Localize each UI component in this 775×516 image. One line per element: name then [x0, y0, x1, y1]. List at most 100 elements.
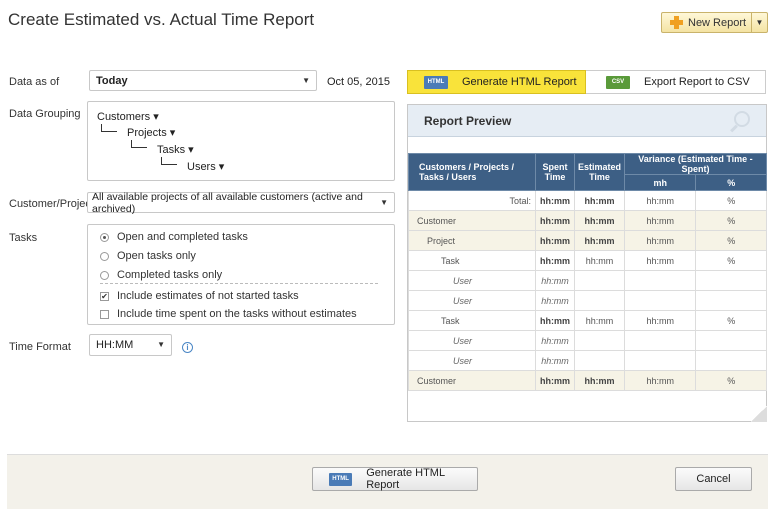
table-cell [623, 270, 697, 291]
time-format-value: HH:MM [96, 339, 134, 351]
table-cell [623, 290, 697, 311]
table-cell [695, 270, 767, 291]
grouping-tree: Customers ▾ Projects ▾ Tasks ▾ Users ▾ [87, 101, 395, 181]
as-of-date: Oct 05, 2015 [327, 76, 390, 88]
page-title: Create Estimated vs. Actual Time Report [8, 10, 315, 29]
table-cell: hh:mm [573, 370, 626, 391]
table-cell: Customer [408, 210, 536, 231]
preview-header: Report Preview [408, 105, 766, 137]
col-header-name: Customers / Projects / Tasks / Users [408, 153, 536, 191]
data-as-of-label: Data as of [9, 76, 60, 88]
col-header-variance: Variance (Estimated Time - Spent) [624, 153, 767, 175]
table-cell [695, 330, 767, 351]
table-cell: hh:mm [623, 190, 697, 211]
table-cell: % [695, 370, 767, 391]
html-file-icon: HTML [424, 75, 448, 89]
table-cell: hh:mm [534, 370, 575, 391]
table-cell: % [695, 230, 767, 251]
table-cell: % [695, 190, 767, 211]
table-cell: hh:mm [623, 210, 697, 231]
tree-connector [161, 157, 177, 165]
chevron-down-icon[interactable]: ▼ [751, 13, 767, 32]
data-as-of-value: Today [96, 74, 128, 87]
time-format-select[interactable]: HH:MM ▼ [89, 334, 172, 356]
table-cell [573, 290, 626, 311]
preview-title: Report Preview [424, 113, 512, 128]
table-row: Task hh:mm hh:mm hh:mm% [408, 310, 767, 331]
table-row: Total: hh:mm hh:mm hh:mm% [408, 190, 767, 211]
col-header-pct: % [695, 174, 767, 191]
table-cell: Task [408, 310, 536, 331]
tasks-options-panel: Open and completed tasks Open tasks only… [87, 224, 395, 325]
table-cell: % [695, 310, 767, 331]
table-cell: User [408, 270, 536, 291]
table-row: Customer hh:mm hh:mm hh:mm% [408, 210, 767, 231]
table-cell: User [408, 350, 536, 371]
group-level-customers[interactable]: Customers ▾ [97, 110, 159, 123]
radio-indicator[interactable] [100, 270, 109, 280]
tab-export-csv[interactable]: CSV Export Report to CSV [586, 70, 766, 94]
page-fold-corner [751, 406, 767, 422]
group-level-tasks[interactable]: Tasks ▾ [157, 143, 194, 156]
table-cell: hh:mm [623, 310, 697, 331]
table-cell: % [695, 210, 767, 231]
data-as-of-select[interactable]: Today ▼ [89, 70, 317, 91]
table-cell [623, 350, 697, 371]
checkbox-include-time-spent[interactable]: Include time spent on the tasks without … [100, 308, 357, 320]
table-cell: Project [408, 230, 536, 251]
table-cell: hh:mm [534, 230, 575, 251]
radio-indicator[interactable] [100, 251, 109, 261]
table-cell: hh:mm [534, 270, 575, 291]
divider [100, 283, 378, 284]
table-cell [573, 350, 626, 371]
table-row: User hh:mm [408, 330, 767, 351]
radio-open-only[interactable]: Open tasks only [100, 250, 196, 262]
checkbox-unchecked[interactable] [100, 309, 109, 319]
table-cell [695, 350, 767, 371]
group-level-projects[interactable]: Projects ▾ [127, 126, 175, 139]
report-preview-table: Customers / Projects / Tasks / Users Spe… [408, 153, 767, 391]
tab-export-label: Export Report to CSV [644, 76, 750, 88]
radio-open-completed[interactable]: Open and completed tasks [100, 231, 248, 243]
table-cell [695, 290, 767, 311]
table-row: Customer hh:mm hh:mm hh:mm% [408, 370, 767, 391]
table-row: User hh:mm [408, 290, 767, 311]
table-cell: hh:mm [534, 330, 575, 351]
chevron-down-icon: ▼ [302, 76, 310, 85]
cancel-button[interactable]: Cancel [675, 467, 752, 491]
new-report-label: New Report [688, 16, 747, 29]
table-cell: hh:mm [534, 310, 575, 331]
customer-project-select[interactable]: All available projects of all available … [87, 190, 395, 215]
table-cell: hh:mm [534, 210, 575, 231]
table-cell: hh:mm [534, 350, 575, 371]
table-cell: hh:mm [573, 310, 626, 331]
magnifier-icon [734, 111, 750, 127]
generate-button-label: Generate HTML Report [366, 467, 445, 491]
table-cell: User [408, 330, 536, 351]
table-cell: Total: [408, 190, 536, 211]
checkbox-include-estimates[interactable]: ✔ Include estimates of not started tasks [100, 290, 299, 302]
tree-connector [101, 124, 117, 132]
col-header-estimated: Estimated Time [573, 153, 626, 191]
customer-project-value: All available projects of all available … [92, 190, 363, 215]
radio-completed-only[interactable]: Completed tasks only [100, 269, 222, 281]
info-icon[interactable]: i [182, 342, 193, 353]
table-cell [573, 270, 626, 291]
tab-generate-html[interactable]: HTML Generate HTML Report [407, 70, 586, 94]
new-report-button[interactable]: New Report ▼ [661, 12, 768, 33]
radio-indicator[interactable] [100, 232, 109, 242]
col-header-hm: mh [623, 174, 697, 191]
chevron-down-icon: ▼ [380, 198, 388, 207]
table-cell [573, 330, 626, 351]
generate-html-report-button[interactable]: HTML Generate HTML Report [312, 467, 478, 491]
group-level-users[interactable]: Users ▾ [187, 160, 224, 173]
tree-connector [131, 140, 147, 148]
table-cell [623, 330, 697, 351]
table-cell: User [408, 290, 536, 311]
table-cell: hh:mm [623, 250, 697, 271]
data-grouping-label: Data Grouping [9, 108, 81, 120]
table-cell: hh:mm [534, 290, 575, 311]
checkbox-checked[interactable]: ✔ [100, 291, 109, 301]
csv-file-icon: CSV [606, 75, 630, 89]
chevron-down-icon: ▼ [157, 340, 165, 349]
